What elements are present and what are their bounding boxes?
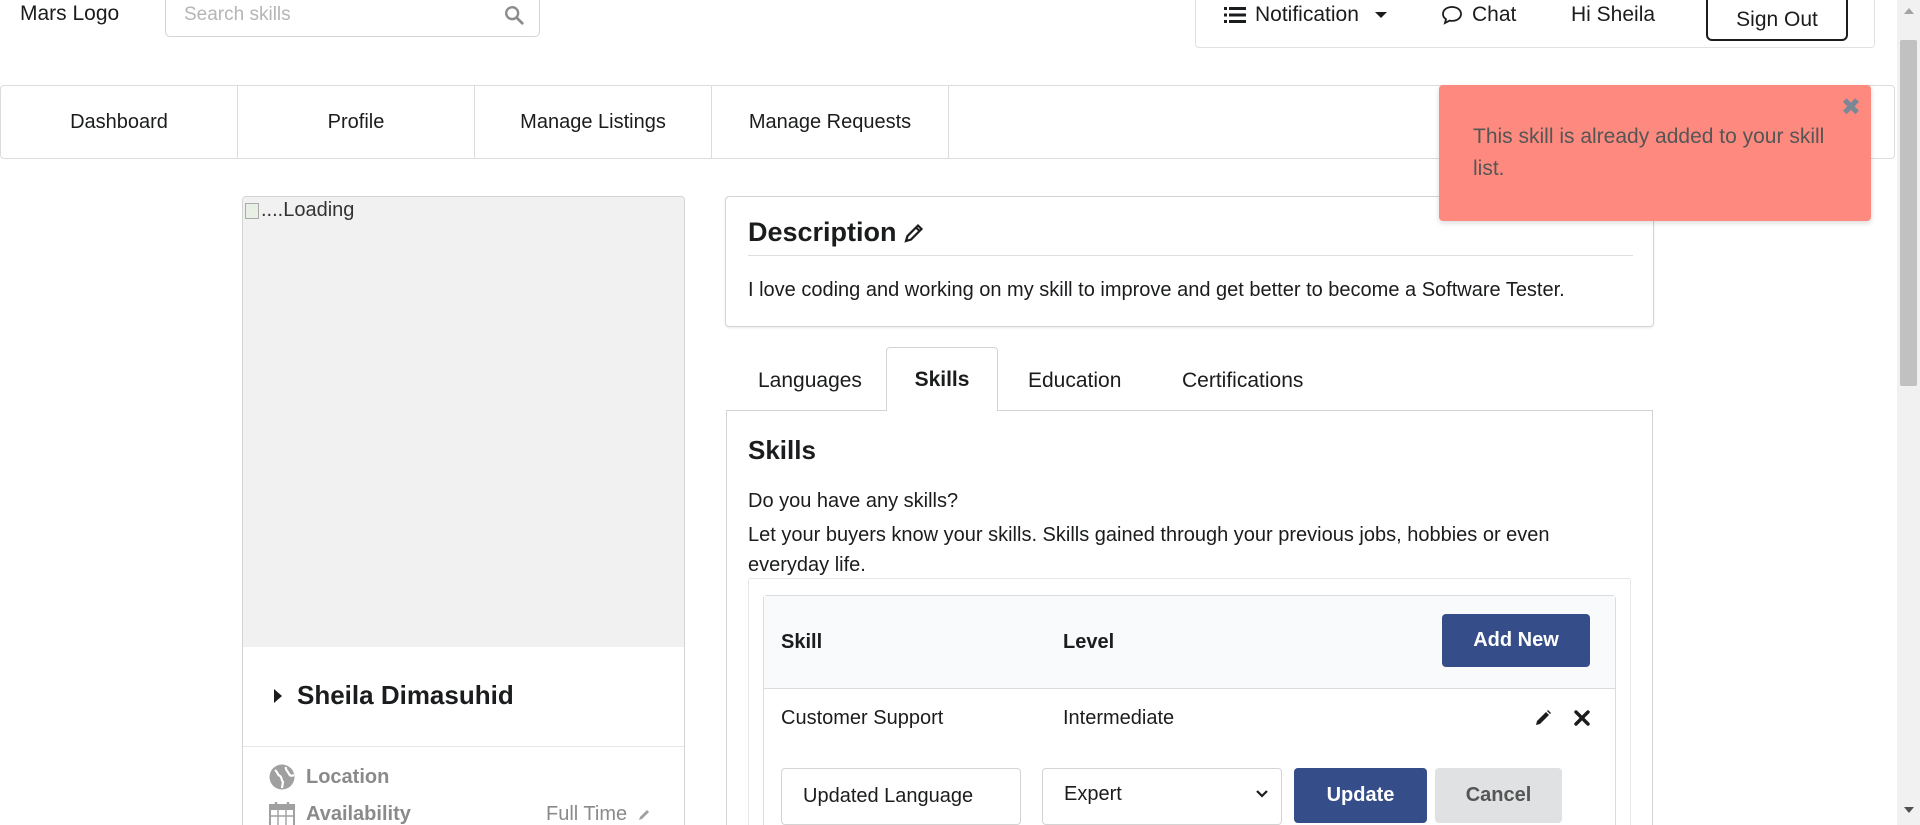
skills-table-container: Skill Level Add New Customer Support Int… xyxy=(748,578,1631,825)
scroll-up-arrow-icon[interactable] xyxy=(1904,8,1914,14)
profile-tabs: Languages Skills Education Certification… xyxy=(726,347,1653,412)
top-header: Mars Logo Notification Chat Hi Sheila xyxy=(0,0,1920,58)
user-greeting[interactable]: Hi Sheila xyxy=(1571,3,1655,27)
pencil-icon[interactable] xyxy=(1534,709,1552,727)
search-input[interactable] xyxy=(184,1,484,29)
chat-link[interactable]: Chat xyxy=(1441,3,1516,27)
nav-manage-requests[interactable]: Manage Requests xyxy=(712,86,949,158)
row-actions xyxy=(1534,709,1590,727)
profile-card: ....Loading Sheila Dimasuhid Location Av… xyxy=(242,196,685,825)
tab-skills[interactable]: Skills xyxy=(886,347,998,412)
divider xyxy=(243,746,684,747)
table-header: Skill Level Add New xyxy=(764,596,1615,689)
description-title: Description xyxy=(748,217,897,247)
skills-table: Skill Level Add New Customer Support Int… xyxy=(763,595,1616,825)
user-menu: Notification Chat Hi Sheila Sign Out xyxy=(1195,0,1875,48)
edit-skill-row: Expert Update Cancel xyxy=(781,768,1611,825)
location-row: Location xyxy=(268,763,389,791)
tab-certifications[interactable]: Certifications xyxy=(1182,369,1303,393)
add-new-button[interactable]: Add New xyxy=(1442,614,1590,667)
search-box xyxy=(165,0,540,37)
search-icon[interactable] xyxy=(503,4,525,26)
skills-panel: Skills Do you have any skills? Let your … xyxy=(726,411,1653,825)
level-cell: Intermediate xyxy=(1063,707,1175,729)
skill-input[interactable] xyxy=(781,768,1021,825)
image-alt-text: ....Loading xyxy=(261,199,355,221)
description-text: I love coding and working on my skill to… xyxy=(748,279,1565,301)
pencil-icon[interactable] xyxy=(637,808,651,822)
chat-label: Chat xyxy=(1472,3,1517,26)
close-icon[interactable] xyxy=(1574,710,1590,726)
divider xyxy=(748,255,1633,256)
tab-languages[interactable]: Languages xyxy=(758,369,862,393)
profile-image: ....Loading xyxy=(243,197,684,647)
availability-value-row: Full Time xyxy=(546,803,651,825)
list-icon xyxy=(1224,7,1246,23)
skills-title: Skills xyxy=(748,435,816,465)
toast-message: This skill is already added to your skil… xyxy=(1473,125,1825,180)
notification-label: Notification xyxy=(1255,3,1359,26)
profile-name-toggle[interactable]: Sheila Dimasuhid xyxy=(273,680,514,711)
level-select[interactable]: Expert xyxy=(1042,768,1282,825)
availability-label: Availability xyxy=(306,802,411,825)
caret-right-icon xyxy=(274,688,282,703)
nav-dashboard[interactable]: Dashboard xyxy=(1,86,238,158)
error-toast: ✖ This skill is already added to your sk… xyxy=(1439,85,1871,221)
scroll-thumb[interactable] xyxy=(1900,40,1917,386)
availability-row: Availability xyxy=(268,801,411,825)
availability-value: Full Time xyxy=(546,803,628,825)
nav-manage-listings[interactable]: Manage Listings xyxy=(475,86,712,158)
update-button[interactable]: Update xyxy=(1294,768,1427,823)
location-label: Location xyxy=(306,765,390,788)
scroll-down-arrow-icon[interactable] xyxy=(1904,807,1914,813)
calendar-icon xyxy=(269,802,295,825)
skills-question: Do you have any skills? xyxy=(748,490,959,512)
broken-image-icon xyxy=(245,202,259,219)
skill-cell: Customer Support xyxy=(781,707,944,729)
mars-logo[interactable]: Mars Logo xyxy=(20,2,119,26)
close-icon[interactable]: ✖ xyxy=(1841,93,1861,122)
cancel-button[interactable]: Cancel xyxy=(1435,768,1562,823)
tab-education[interactable]: Education xyxy=(1028,369,1121,393)
chat-bubble-icon xyxy=(1442,6,1462,25)
column-header-skill: Skill xyxy=(781,631,823,653)
chevron-down-icon xyxy=(1256,790,1268,798)
profile-name: Sheila Dimasuhid xyxy=(297,680,514,710)
caret-down-icon xyxy=(1374,12,1387,18)
nav-profile[interactable]: Profile xyxy=(238,86,475,158)
skills-prompt: Let your buyers know your skills. Skills… xyxy=(748,524,1550,576)
level-select-value: Expert xyxy=(1064,783,1122,805)
sign-out-button[interactable]: Sign Out xyxy=(1706,0,1848,41)
notification-dropdown[interactable]: Notification xyxy=(1224,3,1388,27)
column-header-level: Level xyxy=(1063,631,1115,653)
page-scrollbar[interactable] xyxy=(1897,0,1920,825)
globe-icon xyxy=(269,764,295,790)
pencil-icon[interactable] xyxy=(903,222,925,244)
